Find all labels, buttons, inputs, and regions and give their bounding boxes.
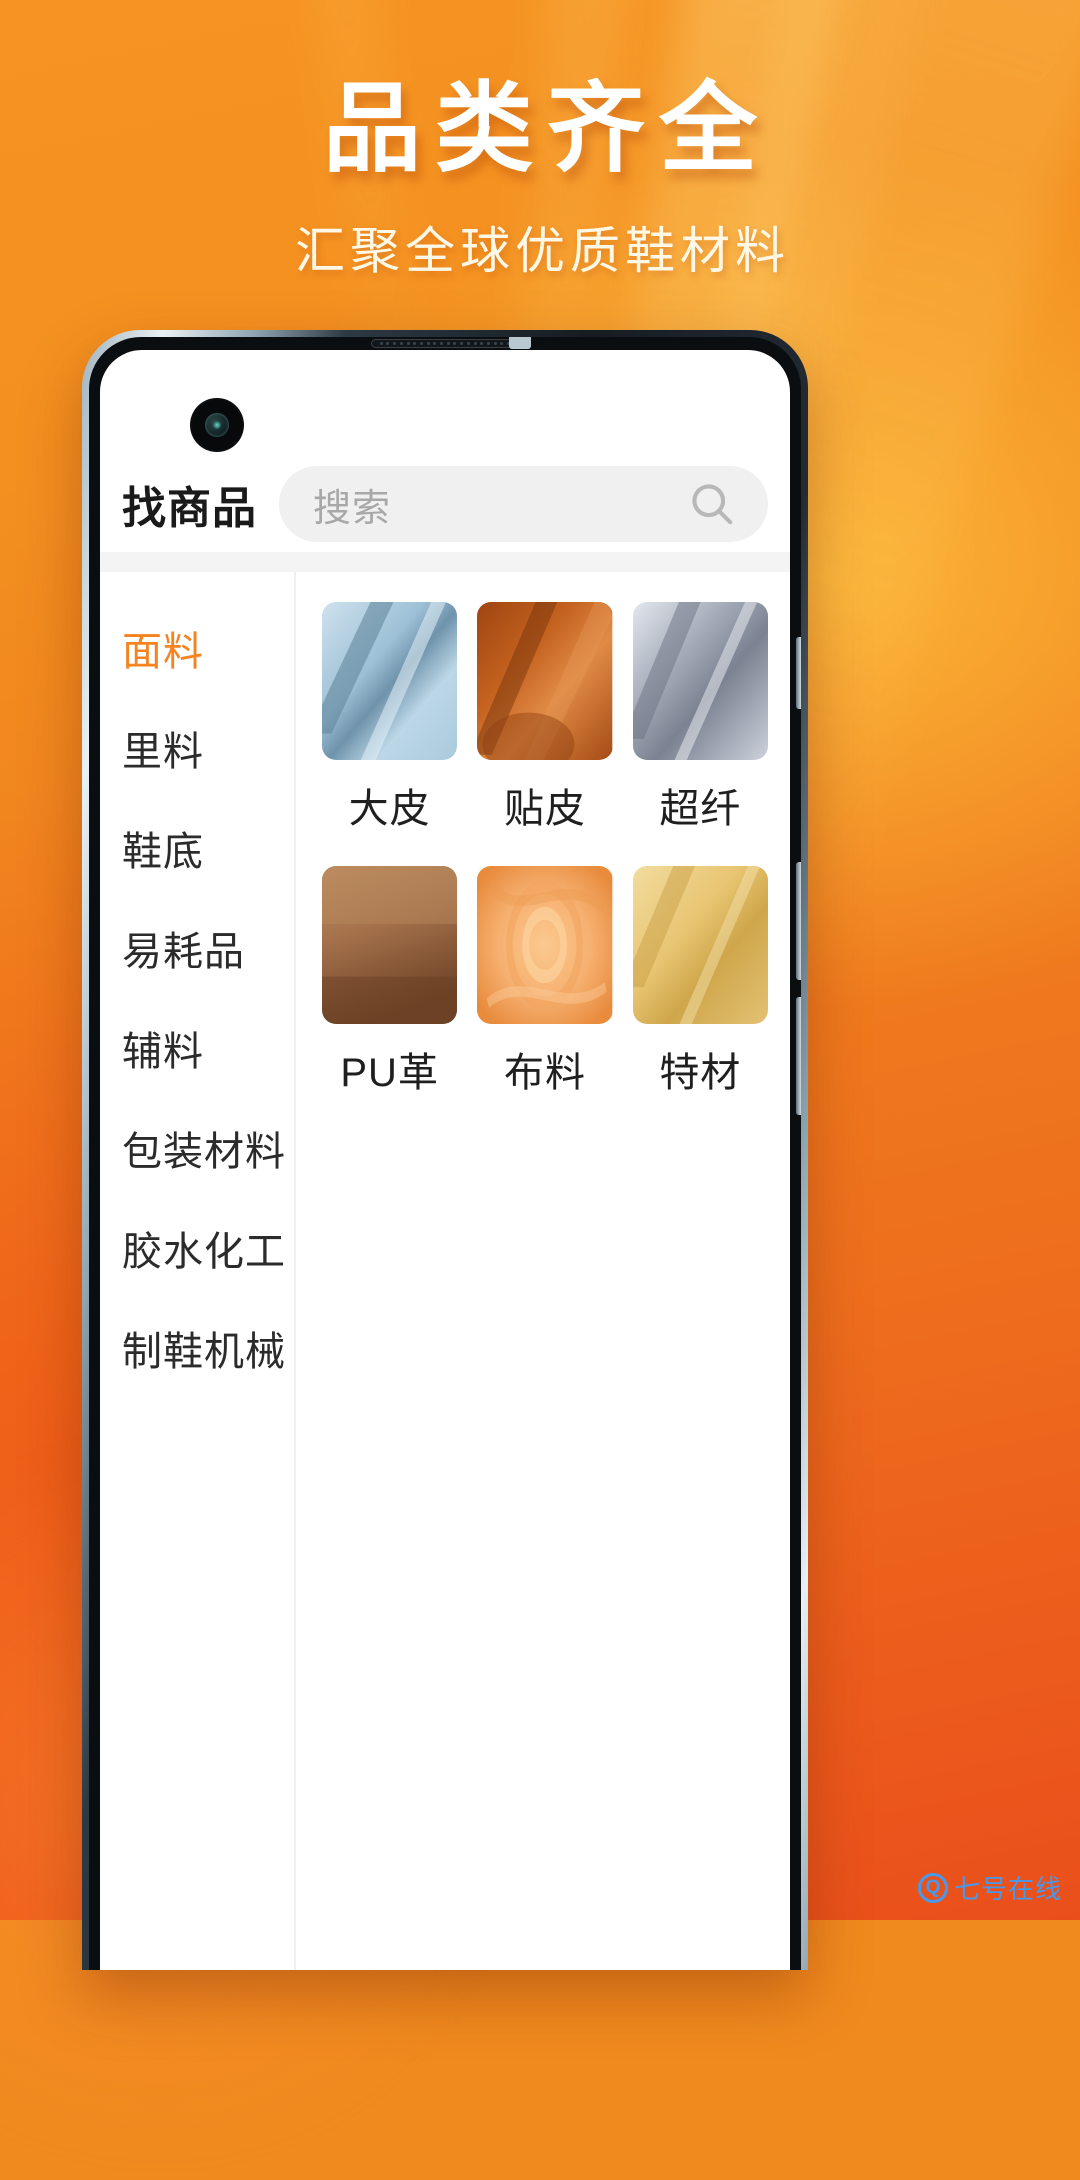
search-icon[interactable] [686, 478, 738, 530]
sidebar-item-liliao[interactable]: 里料 [100, 698, 294, 798]
sidebar-item-yihaopin[interactable]: 易耗品 [100, 898, 294, 998]
fabric-swatch-icon [632, 866, 768, 1024]
camera-lens-icon [205, 413, 229, 437]
page-title: 找商品 [122, 484, 257, 533]
product-thumbnail[interactable] [477, 602, 613, 760]
catalog-body: 面料 里料 鞋底 易耗品 辅料 包装材料 胶水化工 制鞋机械 大皮 贴皮 超纤 … [100, 572, 790, 1970]
fabric-swatch-icon [477, 602, 613, 760]
app-header: 找商品 搜索 [100, 456, 790, 552]
phone-power-button[interactable] [796, 637, 801, 709]
phone-volume-up-button[interactable] [796, 862, 801, 980]
search-bar[interactable]: 搜索 [279, 466, 768, 542]
sidebar-item-zhixiejixie[interactable]: 制鞋机械 [100, 1298, 294, 1398]
product-label: 贴皮 [503, 787, 586, 831]
phone-mockup: 找商品 搜索 面料 里料 鞋底 易耗品 辅料 包装材料 胶水化工 制鞋机械 大皮… [82, 330, 808, 1970]
product-label: PU革 [340, 1051, 439, 1095]
sidebar-item-label: 面料 [122, 630, 204, 674]
watermark: Q 七号在线 [917, 1869, 1062, 1906]
header-divider [100, 552, 790, 572]
sidebar-item-label: 辅料 [122, 1030, 204, 1074]
phone-screen: 找商品 搜索 面料 里料 鞋底 易耗品 辅料 包装材料 胶水化工 制鞋机械 大皮… [100, 350, 790, 1970]
category-sidebar: 面料 里料 鞋底 易耗品 辅料 包装材料 胶水化工 制鞋机械 [100, 572, 296, 1970]
sidebar-item-xiedi[interactable]: 鞋底 [100, 798, 294, 898]
grid-item[interactable]: 超纤 [632, 602, 768, 856]
phone-antenna-band [509, 337, 532, 349]
product-label: 特材 [659, 1051, 742, 1095]
fabric-swatch-icon [322, 602, 458, 760]
earpiece-grille-icon [371, 339, 519, 348]
watermark-badge-icon: Q [917, 1872, 948, 1903]
phone-bezel: 找商品 搜索 面料 里料 鞋底 易耗品 辅料 包装材料 胶水化工 制鞋机械 大皮… [89, 337, 801, 1970]
grid-item[interactable]: 布料 [477, 866, 613, 1120]
product-thumbnail[interactable] [322, 602, 458, 760]
product-grid: 大皮 贴皮 超纤 PU革 布料 特材 [322, 602, 768, 1120]
fabric-swatch-icon [322, 866, 458, 1024]
sidebar-item-label: 制鞋机械 [122, 1330, 286, 1374]
product-label: 大皮 [348, 787, 431, 831]
fabric-swatch-icon [632, 602, 768, 760]
sidebar-item-mianliao[interactable]: 面料 [100, 598, 294, 698]
sidebar-item-label: 鞋底 [122, 830, 204, 874]
grid-item[interactable]: 大皮 [322, 602, 458, 856]
product-thumbnail[interactable] [322, 866, 458, 1024]
grid-item[interactable]: 特材 [632, 866, 768, 1120]
sidebar-item-label: 易耗品 [122, 930, 245, 974]
banner-text-block: 品类齐全 汇聚全球优质鞋材料 [0, 72, 1080, 283]
banner-headline: 品类齐全 [322, 73, 771, 183]
sidebar-item-fuliao[interactable]: 辅料 [100, 998, 294, 1098]
search-input[interactable]: 搜索 [313, 477, 686, 532]
grid-item[interactable]: PU革 [322, 866, 458, 1120]
product-label: 布料 [503, 1051, 586, 1095]
product-thumbnail[interactable] [632, 866, 768, 1024]
banner-subheadline: 汇聚全球优质鞋材料 [295, 222, 790, 279]
sidebar-item-label: 包装材料 [122, 1130, 286, 1174]
fabric-swatch-icon [477, 866, 613, 1024]
sidebar-item-jiaoshuihuagong[interactable]: 胶水化工 [100, 1198, 294, 1298]
sidebar-item-label: 里料 [122, 730, 204, 774]
watermark-text: 七号在线 [953, 1874, 1062, 1904]
product-thumbnail[interactable] [477, 866, 613, 1024]
sidebar-item-baozhuangcailiao[interactable]: 包装材料 [100, 1098, 294, 1198]
sidebar-item-label: 胶水化工 [122, 1230, 286, 1274]
grid-item[interactable]: 贴皮 [477, 602, 613, 856]
product-thumbnail[interactable] [632, 602, 768, 760]
product-grid-pane: 大皮 贴皮 超纤 PU革 布料 特材 [296, 572, 790, 1970]
phone-volume-down-button[interactable] [796, 997, 801, 1115]
product-label: 超纤 [659, 787, 742, 831]
front-camera-icon [192, 400, 242, 450]
